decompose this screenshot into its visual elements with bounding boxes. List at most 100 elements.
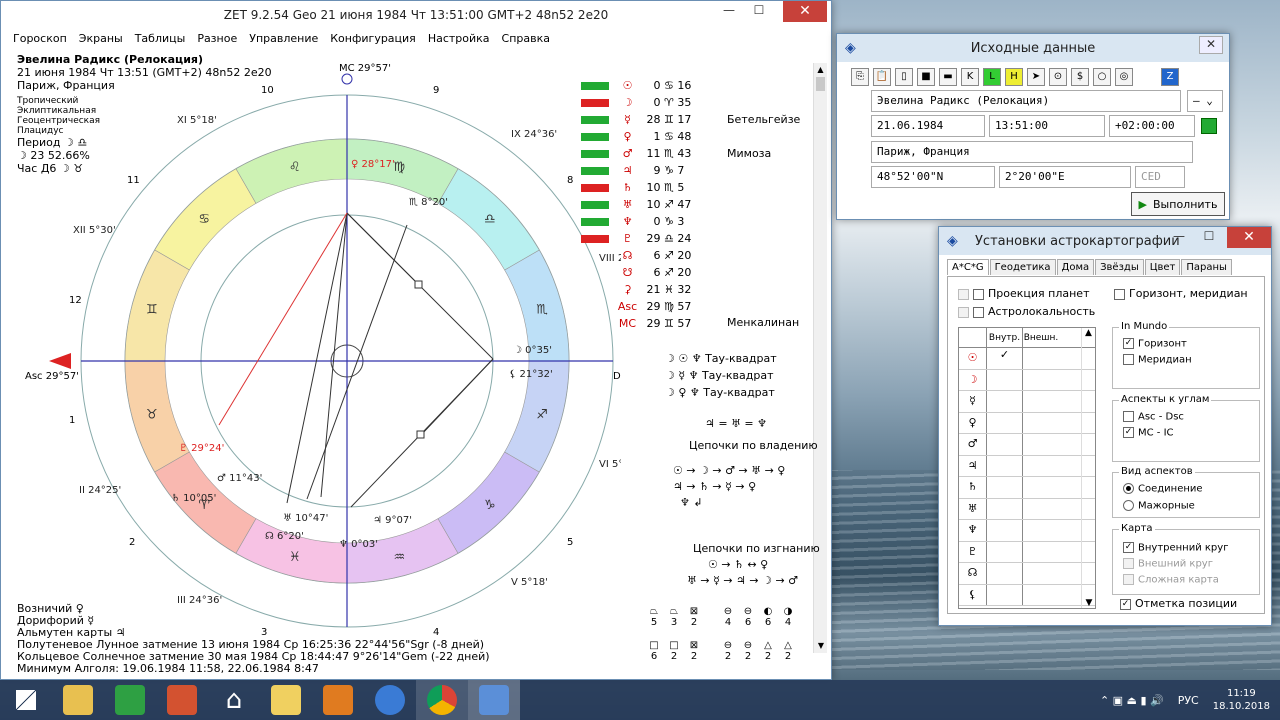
run-button[interactable]: ▶ Выполнить [1131,192,1225,216]
grid-inner-cell[interactable]: ✓ [987,348,1023,369]
grid-inner-cell[interactable] [987,434,1023,455]
astro-tab[interactable]: Дома [1056,259,1095,275]
planet-grid-row[interactable]: ☽ [959,369,1095,391]
grid-outer-cell[interactable] [1023,348,1059,369]
new-icon[interactable]: ▯ [895,68,913,86]
grid-outer-cell[interactable] [1023,585,1059,606]
menu-item[interactable]: Справка [496,32,556,45]
planet-grid-row[interactable]: ♅ [959,498,1095,520]
grid-outer-cell[interactable] [1023,563,1059,584]
taskbar-ie[interactable] [364,680,416,720]
grid-outer-cell[interactable] [1023,499,1059,520]
taskbar-notes[interactable] [312,680,364,720]
astro-tab[interactable]: Параны [1181,259,1232,275]
horizon-option[interactable]: ✓ Горизонт [1123,338,1187,350]
position-mark-option[interactable]: ✓ Отметка позиции [1120,597,1237,610]
planet-grid-row[interactable]: ♀ [959,412,1095,434]
tray-icons[interactable]: ⌃ ▣ ⏏ ▮ 🔊 [1100,694,1164,707]
grid-inner-cell[interactable] [987,477,1023,498]
ring-icon[interactable]: ◎ [1115,68,1133,86]
grid-inner-cell[interactable] [987,584,1023,605]
circle-icon[interactable]: ⊙ [1049,68,1067,86]
minimize-button[interactable]: — [717,3,741,21]
grid-inner-cell[interactable] [987,412,1023,433]
minimize-button[interactable]: — [1167,229,1191,247]
grid-inner-cell[interactable] [987,563,1023,584]
name-dropdown[interactable]: — ⌄ [1187,90,1223,112]
name-field[interactable]: Эвелина Радикс (Релокация) [871,90,1181,112]
outer-circle-option[interactable]: Внешний круг [1123,558,1213,570]
menu-item[interactable]: Конфигурация [324,32,422,45]
mc-ic-option[interactable]: ✓ MC - IC [1123,427,1174,439]
planet-grid-row[interactable]: ♇ [959,541,1095,563]
grid-outer-cell[interactable] [1023,542,1059,563]
astro-tab[interactable]: Геодетика [989,259,1056,275]
menu-item[interactable]: Настройка [422,32,496,45]
ced-field[interactable]: CED [1135,166,1185,188]
menu-item[interactable]: Разное [191,32,243,45]
copy-icon[interactable]: ⎘ [851,68,869,86]
conjunction-option[interactable]: Соединение [1123,483,1203,495]
taskbar-chrome[interactable] [416,680,468,720]
astro-tab[interactable]: Цвет [1144,259,1181,275]
arrow-icon[interactable]: ➤ [1027,68,1045,86]
date-field[interactable]: 21.06.1984 [871,115,985,137]
tz-color-indicator[interactable] [1201,118,1217,134]
maximize-button[interactable]: ☐ [747,3,771,21]
dot-icon[interactable]: ○ [1093,68,1111,86]
flag-icon[interactable]: ▬ [939,68,957,86]
place-field[interactable]: Париж, Франция [871,141,1193,163]
taskbar-home[interactable]: ⌂ [208,680,260,720]
astro-tab[interactable]: A*C*G [947,259,989,275]
grid-outer-cell[interactable] [1023,413,1059,434]
grid-outer-cell[interactable] [1023,370,1059,391]
vertical-scrollbar[interactable]: ▲ ▼ [813,63,827,653]
close-button[interactable]: ✕ [1227,227,1271,248]
menu-item[interactable]: Управление [243,32,324,45]
planet-grid-row[interactable]: ♂ [959,434,1095,456]
taskbar-zet[interactable] [468,680,520,720]
grid-inner-cell[interactable] [987,498,1023,519]
grid-outer-cell[interactable] [1023,477,1059,498]
taskbar-files[interactable] [260,680,312,720]
planet-projection-option[interactable]: Проекция планет [958,287,1089,300]
astro-tab[interactable]: Звёзды [1095,259,1144,275]
astrolocality-option[interactable]: Астролокальность [958,305,1095,318]
meridian-option[interactable]: Меридиан [1123,354,1192,366]
z-icon[interactable]: Z [1161,68,1179,86]
grid-outer-cell[interactable] [1023,520,1059,541]
planet-grid-row[interactable]: ☿ [959,391,1095,413]
major-option[interactable]: Мажорные [1123,500,1195,512]
grid-outer-cell[interactable] [1023,391,1059,412]
maximize-button[interactable]: ☐ [1197,229,1221,247]
tz-field[interactable]: +02:00:00 [1109,115,1195,137]
time-field[interactable]: 13:51:00 [989,115,1105,137]
natal-chart-wheel[interactable]: ♋♊♉♈♓♒♑♐♏♎♍♌109876543211211MC 29°57'Asc … [21,61,621,661]
grid-outer-cell[interactable] [1023,456,1059,477]
close-button[interactable]: ✕ [1199,36,1223,54]
planet-grid-row[interactable]: ♃ [959,455,1095,477]
close-button[interactable]: ✕ [783,1,827,22]
h-icon[interactable]: H [1005,68,1023,86]
clock[interactable]: 11:19 18.10.2018 [1213,687,1270,713]
planet-grid-row[interactable]: ☉ ✓ [959,348,1095,370]
menu-item[interactable]: Экраны [73,32,129,45]
k-icon[interactable]: K [961,68,979,86]
menu-item[interactable]: Таблицы [129,32,192,45]
grid-inner-cell[interactable] [987,455,1023,476]
grid-inner-cell[interactable] [987,541,1023,562]
taskbar-explorer[interactable] [52,680,104,720]
lon-field[interactable]: 2°20'00"E [999,166,1131,188]
planet-grid-row[interactable]: ♆ [959,520,1095,542]
complex-map-option[interactable]: Сложная карта [1123,574,1219,586]
taskbar-store[interactable] [104,680,156,720]
taskbar-powerpoint[interactable] [156,680,208,720]
grid-inner-cell[interactable] [987,391,1023,412]
save-icon[interactable]: ■ [917,68,935,86]
asc-dsc-option[interactable]: Asc - Dsc [1123,411,1184,423]
planet-grid-row[interactable]: ♄ [959,477,1095,499]
grid-scrollbar[interactable]: ▲ ▼ [1081,328,1095,608]
lat-field[interactable]: 48°52'00"N [871,166,995,188]
planet-grid-row[interactable]: ⚸ [959,584,1095,606]
paste-icon[interactable]: 📋 [873,68,891,86]
